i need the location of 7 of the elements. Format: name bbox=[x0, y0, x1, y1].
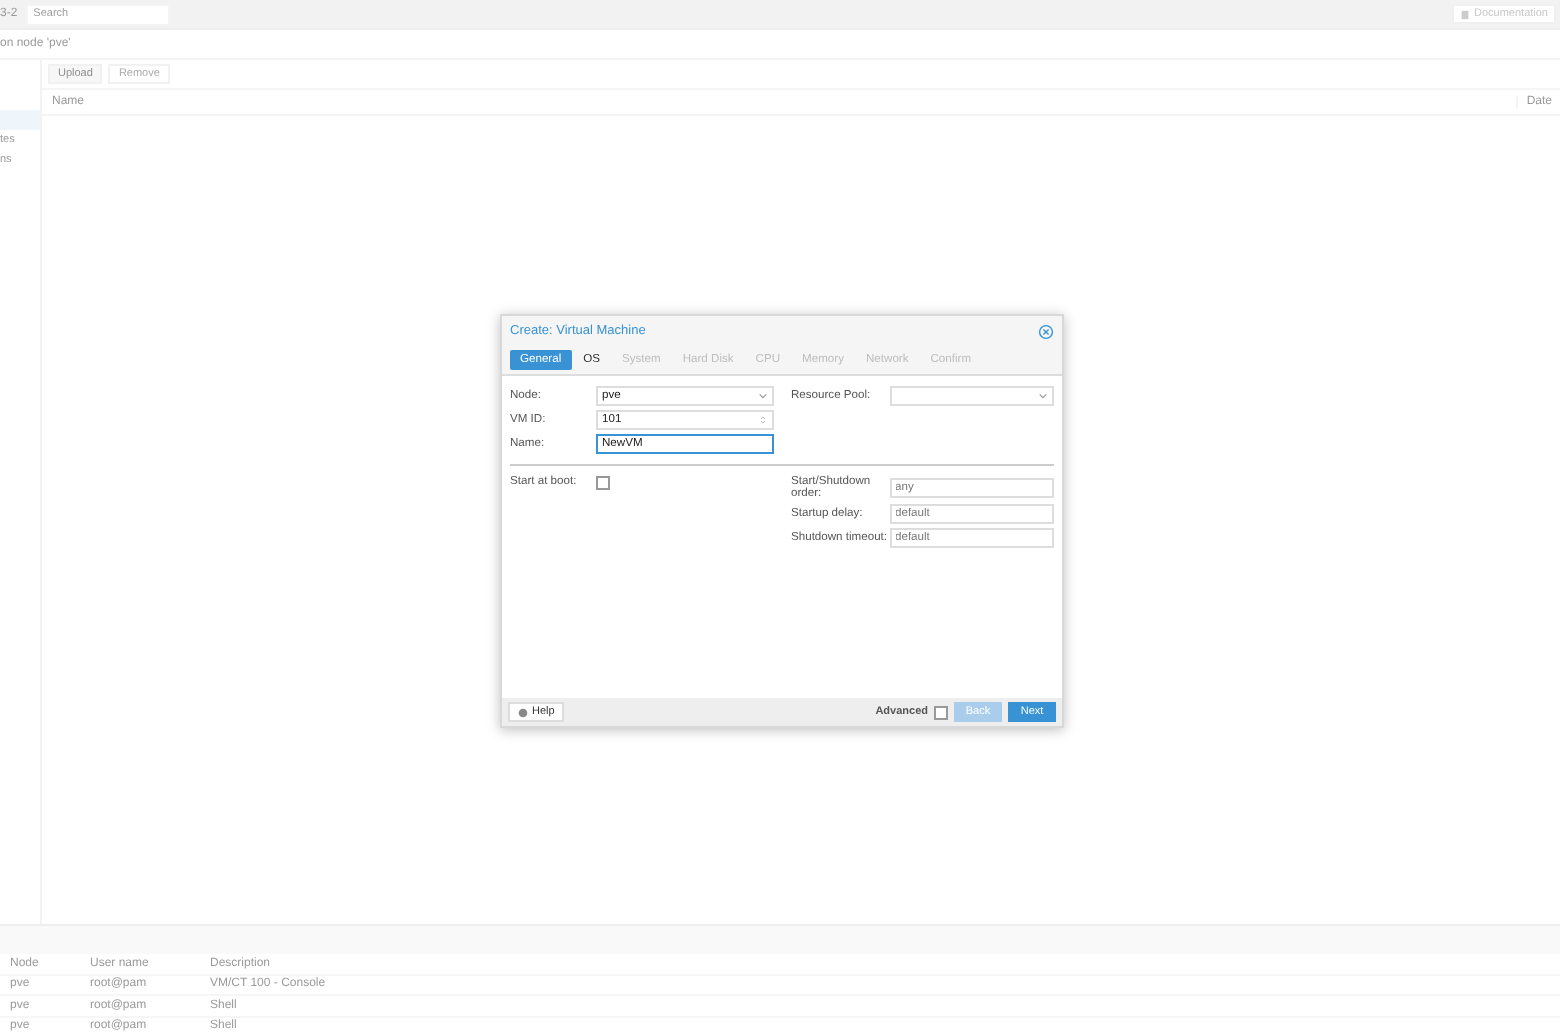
caret-icon bbox=[757, 392, 767, 400]
close-icon[interactable] bbox=[1038, 323, 1054, 339]
help-icon bbox=[518, 707, 528, 717]
book-icon bbox=[1460, 9, 1470, 19]
advanced-checkbox[interactable] bbox=[934, 705, 948, 719]
checkbox[interactable] bbox=[596, 476, 610, 490]
caret-icon bbox=[1038, 392, 1048, 400]
